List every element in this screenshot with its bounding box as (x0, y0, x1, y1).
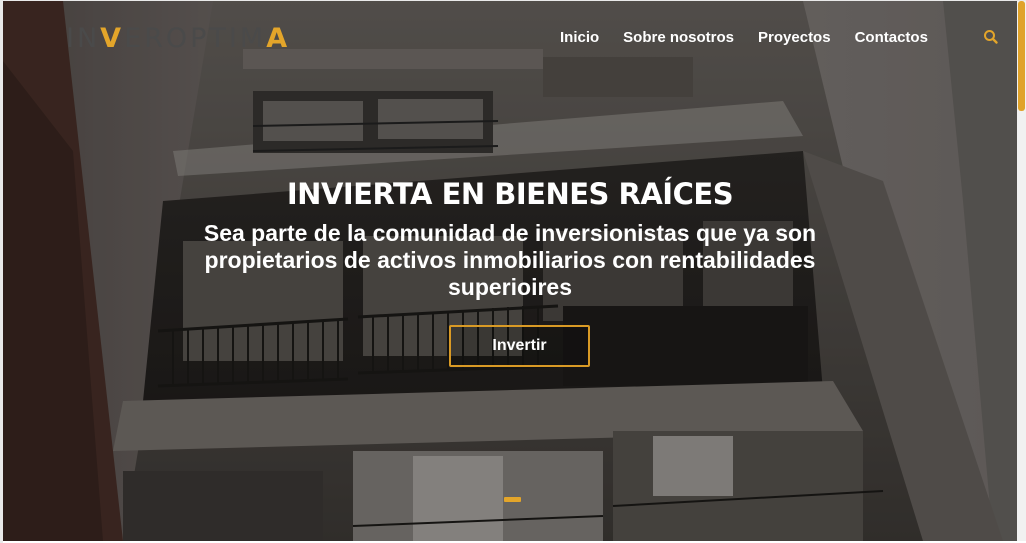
logo-text-part1: IN (66, 22, 101, 54)
logo-text-accent-v: V (100, 22, 125, 54)
slider-indicator-active[interactable] (504, 497, 521, 502)
logo-text-part3: EROPTIM (124, 22, 267, 54)
site-logo[interactable]: IN V EROPTIM A (66, 22, 291, 54)
main-nav: Inicio Sobre nosotros Proyectos Contacto… (560, 29, 928, 46)
invest-button[interactable]: Invertir (449, 325, 590, 367)
nav-link-sobre-nosotros[interactable]: Sobre nosotros (623, 29, 734, 46)
hero-slider: IN V EROPTIM A Inicio Sobre nosotros Proyec… (3, 1, 1017, 541)
hero-subtitle: Sea parte de la comunidad de inversionis… (203, 220, 817, 300)
logo-text-accent-a: A (266, 22, 291, 54)
nav-link-inicio[interactable]: Inicio (560, 29, 599, 46)
page-scrollbar[interactable] (1017, 1, 1026, 541)
scrollbar-thumb[interactable] (1018, 1, 1025, 111)
hero-headline: INVIERTA EN BIENES RAÍCES (286, 177, 734, 211)
search-icon[interactable] (983, 29, 999, 45)
nav-link-proyectos[interactable]: Proyectos (758, 29, 831, 46)
nav-link-contactos[interactable]: Contactos (855, 29, 928, 46)
